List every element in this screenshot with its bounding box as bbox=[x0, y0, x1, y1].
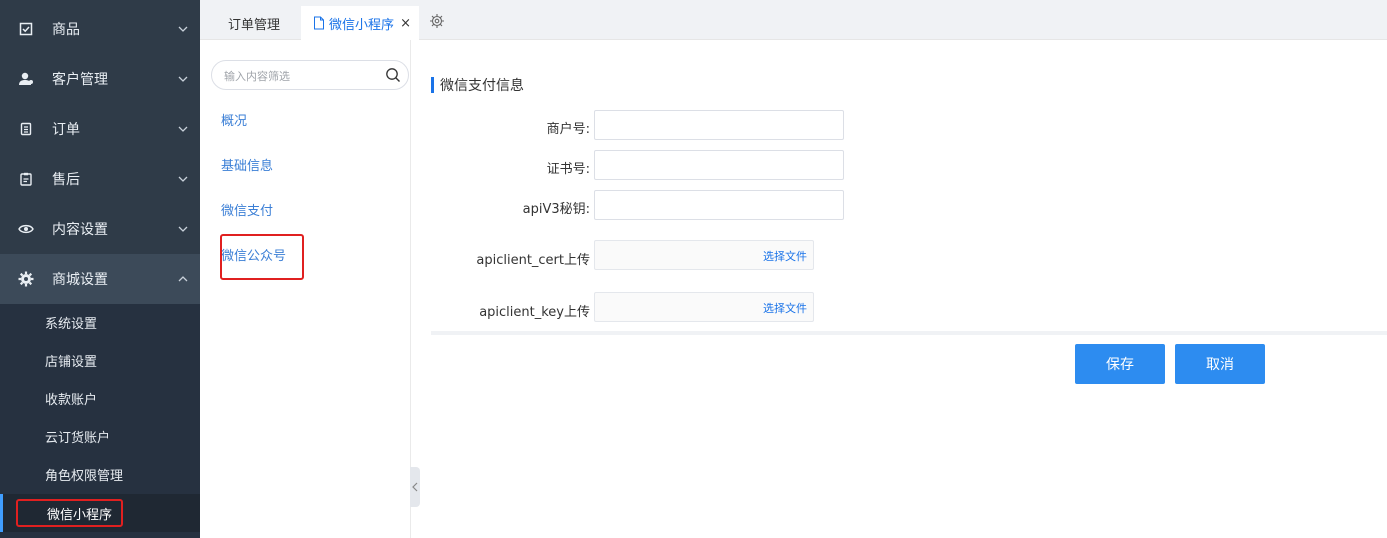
submenu-item-role-permissions[interactable]: 角色权限管理 bbox=[0, 455, 200, 493]
sidebar-item-label: 内容设置 bbox=[52, 222, 108, 238]
submenu-item-label: 收款账户 bbox=[45, 392, 98, 408]
submenu-item-system-settings[interactable]: 系统设置 bbox=[0, 303, 200, 341]
sidebar-item-label: 售后 bbox=[52, 172, 80, 188]
merchant-id-field bbox=[594, 110, 844, 140]
submenu-item-store-settings[interactable]: 店铺设置 bbox=[0, 341, 200, 379]
choose-file-button[interactable]: 选择文件 bbox=[763, 248, 807, 264]
tab-label: 微信小程序 bbox=[329, 17, 395, 33]
cert-upload-label: apiclient_cert上传 bbox=[476, 253, 590, 268]
tab-wechat-miniprogram[interactable]: 微信小程序 × bbox=[301, 6, 419, 40]
sidebar-item-label: 客户管理 bbox=[52, 72, 108, 88]
sidebar-item-label: 订单 bbox=[52, 122, 80, 138]
user-icon bbox=[18, 71, 34, 87]
chevron-down-icon bbox=[178, 126, 188, 132]
submenu-item-cloud-order-account[interactable]: 云订货账户 bbox=[0, 417, 200, 455]
active-indicator bbox=[0, 494, 3, 532]
apiv3-key-label: apiV3秘钥: bbox=[522, 202, 590, 217]
cert-no-field bbox=[594, 150, 844, 180]
merchant-id-input[interactable] bbox=[595, 111, 843, 139]
highlight-box bbox=[220, 234, 304, 280]
tab-bar: 订单管理 微信小程序 × bbox=[200, 0, 1387, 40]
chevron-down-icon bbox=[178, 76, 188, 82]
gear-icon[interactable] bbox=[429, 13, 445, 29]
save-button[interactable]: 保存 bbox=[1075, 344, 1165, 384]
search-box bbox=[211, 60, 409, 90]
search-icon[interactable] bbox=[385, 67, 401, 83]
collapse-handle[interactable] bbox=[410, 467, 420, 507]
submenu-item-label: 店铺设置 bbox=[45, 354, 98, 370]
choose-file-button[interactable]: 选择文件 bbox=[763, 300, 807, 316]
cert-no-label: 证书号: bbox=[546, 162, 590, 177]
sidebar-item-mall-settings[interactable]: 商城设置 bbox=[0, 254, 200, 304]
sidebar-item-products[interactable]: 商品 bbox=[0, 4, 200, 54]
chevron-up-icon bbox=[178, 276, 188, 282]
apiv3-key-input[interactable] bbox=[595, 191, 843, 219]
sidebar-item-orders[interactable]: 订单 bbox=[0, 104, 200, 154]
subnav-item-overview[interactable]: 概况 bbox=[221, 110, 247, 129]
gear-icon bbox=[18, 271, 34, 287]
document-icon bbox=[314, 16, 324, 30]
section-title: 微信支付信息 bbox=[431, 75, 524, 95]
cancel-button[interactable]: 取消 bbox=[1175, 344, 1265, 384]
chevron-left-icon bbox=[412, 482, 418, 492]
chevron-down-icon bbox=[178, 226, 188, 232]
submenu-item-label: 云订货账户 bbox=[45, 430, 111, 446]
tab-label: 订单管理 bbox=[228, 17, 281, 33]
close-icon[interactable]: × bbox=[400, 16, 411, 31]
secondary-nav: 概况 基础信息 微信支付 微信公众号 bbox=[200, 40, 411, 538]
apiv3-key-field bbox=[594, 190, 844, 220]
divider bbox=[431, 331, 1387, 335]
cert-upload-field[interactable]: 选择文件 bbox=[594, 240, 814, 270]
chevron-down-icon bbox=[178, 26, 188, 32]
submenu-item-payment-accounts[interactable]: 收款账户 bbox=[0, 379, 200, 417]
sidebar-item-label: 商城设置 bbox=[52, 272, 108, 288]
document-icon bbox=[18, 121, 34, 137]
key-upload-field[interactable]: 选择文件 bbox=[594, 292, 814, 322]
tab-order-management[interactable]: 订单管理 bbox=[228, 6, 280, 40]
subnav-item-wechat-pay[interactable]: 微信支付 bbox=[221, 200, 273, 219]
section-title-bar bbox=[431, 77, 434, 93]
app-root: 商品 客户管理 订单 售后 内容设置 商城设置 系统设置 店铺设置 收款账户 云… bbox=[0, 0, 1387, 538]
key-upload-label: apiclient_key上传 bbox=[479, 305, 590, 320]
clipboard-icon bbox=[18, 171, 34, 187]
sidebar-item-customers[interactable]: 客户管理 bbox=[0, 54, 200, 104]
sidebar: 商品 客户管理 订单 售后 内容设置 商城设置 系统设置 店铺设置 收款账户 云… bbox=[0, 0, 200, 538]
eye-icon bbox=[18, 221, 34, 237]
submenu-item-label: 系统设置 bbox=[45, 316, 98, 332]
checkbox-icon bbox=[18, 21, 34, 37]
section-title-text: 微信支付信息 bbox=[440, 78, 524, 94]
search-input[interactable] bbox=[224, 67, 374, 85]
submenu-item-label: 角色权限管理 bbox=[45, 468, 124, 484]
sidebar-item-label: 商品 bbox=[52, 22, 80, 38]
sidebar-item-after-sales[interactable]: 售后 bbox=[0, 154, 200, 204]
highlight-box bbox=[16, 499, 123, 527]
chevron-down-icon bbox=[178, 176, 188, 182]
cert-no-input[interactable] bbox=[595, 151, 843, 179]
sidebar-item-content-settings[interactable]: 内容设置 bbox=[0, 204, 200, 254]
subnav-item-basic-info[interactable]: 基础信息 bbox=[221, 155, 273, 174]
merchant-id-label: 商户号: bbox=[546, 122, 590, 137]
